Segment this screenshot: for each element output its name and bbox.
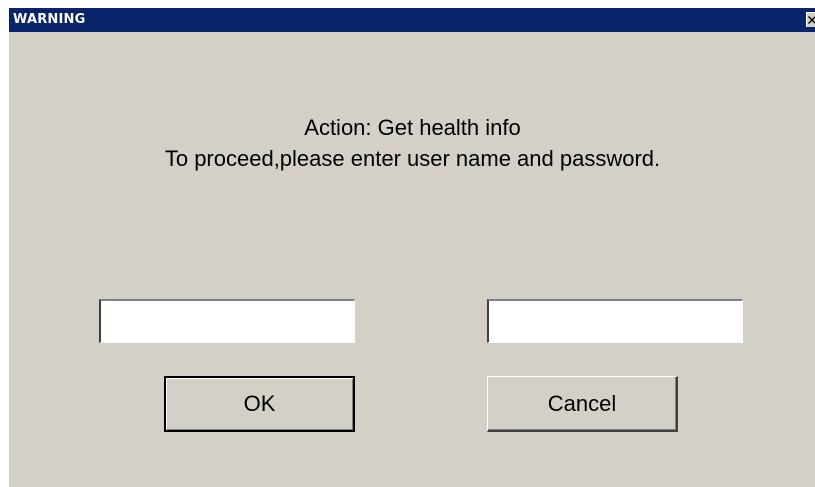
ok-button[interactable]: OK	[164, 376, 355, 432]
username-field[interactable]	[99, 299, 355, 343]
action-text: Action: Get health info	[304, 115, 521, 140]
instruction-text: To proceed,please enter user name and pa…	[164, 146, 661, 171]
password-field[interactable]	[487, 299, 743, 343]
cancel-button[interactable]: Cancel	[487, 376, 678, 432]
warning-dialog: WARNING Action: Get health info To proce…	[8, 8, 815, 487]
close-icon	[808, 16, 815, 24]
dialog-title: WARNING	[13, 12, 86, 27]
close-button[interactable]	[806, 12, 815, 27]
message-area: Action: Get health info To proceed,pleas…	[9, 112, 815, 174]
title-bar[interactable]: WARNING	[9, 8, 815, 32]
